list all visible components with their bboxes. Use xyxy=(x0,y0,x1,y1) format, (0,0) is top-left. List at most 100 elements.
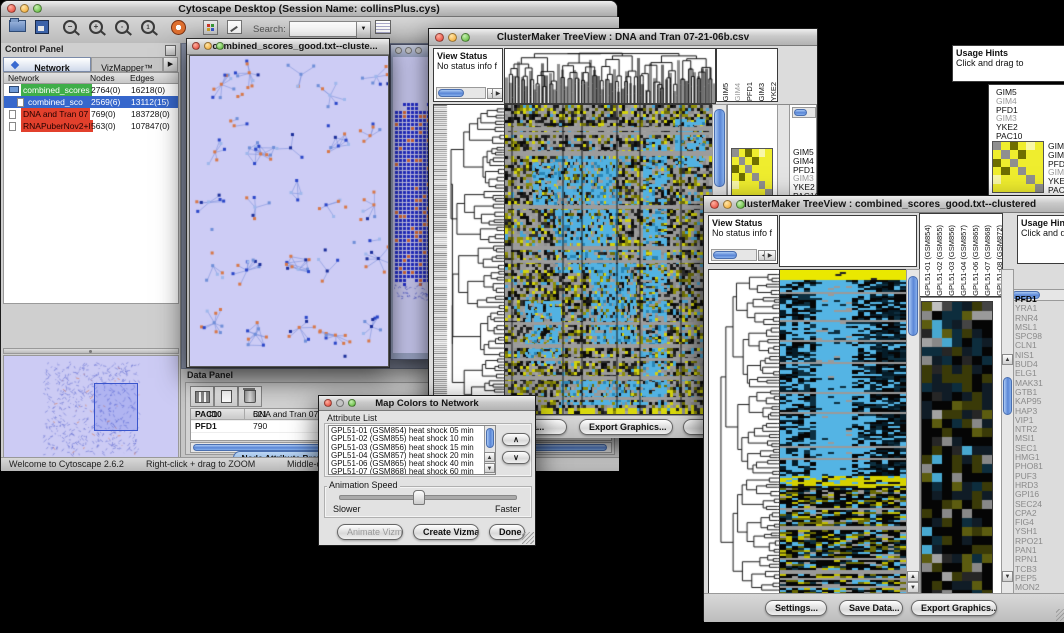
tv1-row-dendrogram[interactable] xyxy=(433,104,506,415)
zoom-in-icon[interactable] xyxy=(89,20,103,34)
hscroll-thumb[interactable] xyxy=(438,89,464,97)
minimize-button[interactable] xyxy=(336,399,344,407)
close-button[interactable] xyxy=(710,200,719,209)
done-button[interactable]: Done xyxy=(489,524,525,540)
network-list-item[interactable]: combined_sco2569(6)13112(15) xyxy=(4,96,178,108)
attribute-browser-icon[interactable] xyxy=(375,20,391,34)
tv2-heatmap-vscrollbar[interactable]: ▲ ▼ xyxy=(906,269,920,595)
tab-vizmapper[interactable]: VizMapper™ xyxy=(91,57,163,72)
network-list-item[interactable]: combined_scores2764(0)16218(0) xyxy=(4,84,178,96)
help-lifering-icon[interactable] xyxy=(171,20,186,35)
minimize-button[interactable] xyxy=(204,42,212,50)
save-data-button[interactable]: Save Data... xyxy=(839,600,903,616)
tv2-heatmap[interactable] xyxy=(779,269,907,595)
minimize-button[interactable] xyxy=(723,200,732,209)
scroll-right-arrow[interactable]: ▶ xyxy=(492,88,503,99)
corner-similarity-matrix[interactable] xyxy=(992,141,1044,193)
close-button[interactable] xyxy=(192,42,200,50)
tv2-status-hscrollbar[interactable] xyxy=(711,249,757,261)
main-title-bar[interactable]: Cytoscape Desktop (Session Name: collins… xyxy=(1,1,617,17)
network-list-item[interactable]: RNAPuberNov2+I563(0)107847(0) xyxy=(4,120,178,132)
plugin-manager-icon[interactable] xyxy=(203,20,218,35)
scroll-down-arrow[interactable]: ▼ xyxy=(1002,571,1013,582)
tv2-genes-vscrollbar[interactable]: ▲ ▼ xyxy=(1001,269,1014,595)
speed-slider-track[interactable] xyxy=(339,495,517,500)
attribute-listbox[interactable]: GPL51-01 (GSM854) heat shock 05 minGPL51… xyxy=(328,425,496,475)
zoom-selected-icon[interactable] xyxy=(141,20,155,34)
export-graphics-button[interactable]: Export Graphics... xyxy=(911,600,997,616)
scroll-down-arrow[interactable]: ▼ xyxy=(907,582,919,593)
attribute-item[interactable]: GPL51-07 (GSM868) heat shock 60 min xyxy=(331,468,493,475)
select-attributes-button[interactable] xyxy=(190,386,214,407)
animate-vizmap-button[interactable]: Animate Vizmap xyxy=(337,524,403,540)
hscroll-thumb[interactable] xyxy=(794,109,807,116)
scroll-up-arrow[interactable]: ▲ xyxy=(907,571,919,582)
attr-list-vscrollbar[interactable]: ▲ ▼ xyxy=(484,426,495,474)
vscroll-thumb[interactable] xyxy=(714,109,725,187)
tv1-heatmap[interactable] xyxy=(504,104,713,415)
close-button[interactable] xyxy=(7,4,16,13)
inactive-close-button[interactable] xyxy=(395,47,402,54)
resize-grip[interactable] xyxy=(522,532,534,544)
export-graphics-button[interactable]: Export Graphics... xyxy=(579,419,673,435)
search-dropdown-button[interactable]: ▼ xyxy=(356,21,371,39)
network-list-item[interactable]: DNA and Tran 07769(0)183728(0) xyxy=(4,108,178,120)
zoom-fit-icon[interactable] xyxy=(115,20,129,34)
tv1-column-dendrogram[interactable] xyxy=(504,48,716,104)
tv2-row-dendrogram[interactable] xyxy=(708,269,781,595)
network-window-title-bar[interactable]: combined_scores_good.txt--cluste... xyxy=(187,39,389,55)
matrix-cell xyxy=(993,142,1001,150)
minimize-button[interactable] xyxy=(448,33,457,42)
zoom-button[interactable] xyxy=(33,4,42,13)
tab-network[interactable]: Network xyxy=(3,57,91,72)
col-edges[interactable]: Edges xyxy=(130,73,154,84)
zoom-button[interactable] xyxy=(216,42,224,50)
vscroll-thumb[interactable] xyxy=(486,428,494,448)
create-vizmap-button[interactable]: Create Vizmap xyxy=(413,524,479,540)
settings-button[interactable]: Settings... xyxy=(765,600,827,616)
scroll-right-arrow[interactable]: ▶ xyxy=(764,250,776,261)
zoom-button[interactable] xyxy=(461,33,470,42)
birdseye-viewport-rect[interactable] xyxy=(94,383,138,431)
vscroll-thumb[interactable] xyxy=(1003,377,1012,415)
create-attribute-button[interactable] xyxy=(214,386,238,407)
tv1-status-hscrollbar[interactable] xyxy=(436,87,486,99)
tv2-sub-heatmap[interactable] xyxy=(921,301,993,595)
inactive-minimize-button[interactable] xyxy=(405,47,412,54)
scroll-up-arrow[interactable]: ▲ xyxy=(484,452,495,462)
tv1-title-bar[interactable]: ClusterMaker TreeView : DNA and Tran 07-… xyxy=(429,29,817,46)
vscroll-thumb[interactable] xyxy=(908,276,918,336)
save-session-icon[interactable] xyxy=(35,20,49,34)
tv1-labels-hscrollbar[interactable] xyxy=(792,107,816,118)
close-button[interactable] xyxy=(324,399,332,407)
inactive-zoom-button[interactable] xyxy=(415,47,422,54)
zoom-button[interactable] xyxy=(736,200,745,209)
dialog-title-bar[interactable]: Map Colors to Network xyxy=(319,396,535,411)
tv1-view-status-panel: View Status No status info f ◀ ▶ xyxy=(433,48,503,102)
float-panel-icon[interactable] xyxy=(165,45,176,56)
col-network[interactable]: Network xyxy=(8,73,39,84)
hscroll-thumb[interactable] xyxy=(713,251,737,259)
resize-grip[interactable] xyxy=(1056,609,1064,621)
annotation-icon[interactable] xyxy=(227,20,242,34)
speed-slider-thumb[interactable] xyxy=(413,490,425,505)
move-up-button[interactable]: ∧ xyxy=(502,433,530,446)
move-down-button[interactable]: ∨ xyxy=(502,451,530,464)
panel-splitter[interactable] xyxy=(3,348,179,354)
zoom-out-icon[interactable] xyxy=(63,20,77,34)
birdseye-overview[interactable] xyxy=(3,355,179,459)
open-session-icon[interactable] xyxy=(9,20,26,32)
network-canvas[interactable] xyxy=(189,55,389,367)
tv2-title-bar[interactable]: ClusterMaker TreeView : combined_scores_… xyxy=(704,196,1064,213)
tv1-similarity-matrix[interactable] xyxy=(731,148,773,198)
scroll-up-arrow[interactable]: ▲ xyxy=(1002,354,1013,365)
tab-overflow-button[interactable]: ▶ xyxy=(163,57,178,72)
delete-attribute-button[interactable] xyxy=(238,386,262,407)
search-input[interactable] xyxy=(289,21,357,37)
close-button[interactable] xyxy=(435,33,444,42)
col-nodes[interactable]: Nodes xyxy=(90,73,115,84)
minimize-button[interactable] xyxy=(20,4,29,13)
scroll-down-arrow[interactable]: ▼ xyxy=(484,463,495,473)
zoom-button[interactable] xyxy=(348,399,356,407)
grid-network-view[interactable] xyxy=(394,101,432,301)
